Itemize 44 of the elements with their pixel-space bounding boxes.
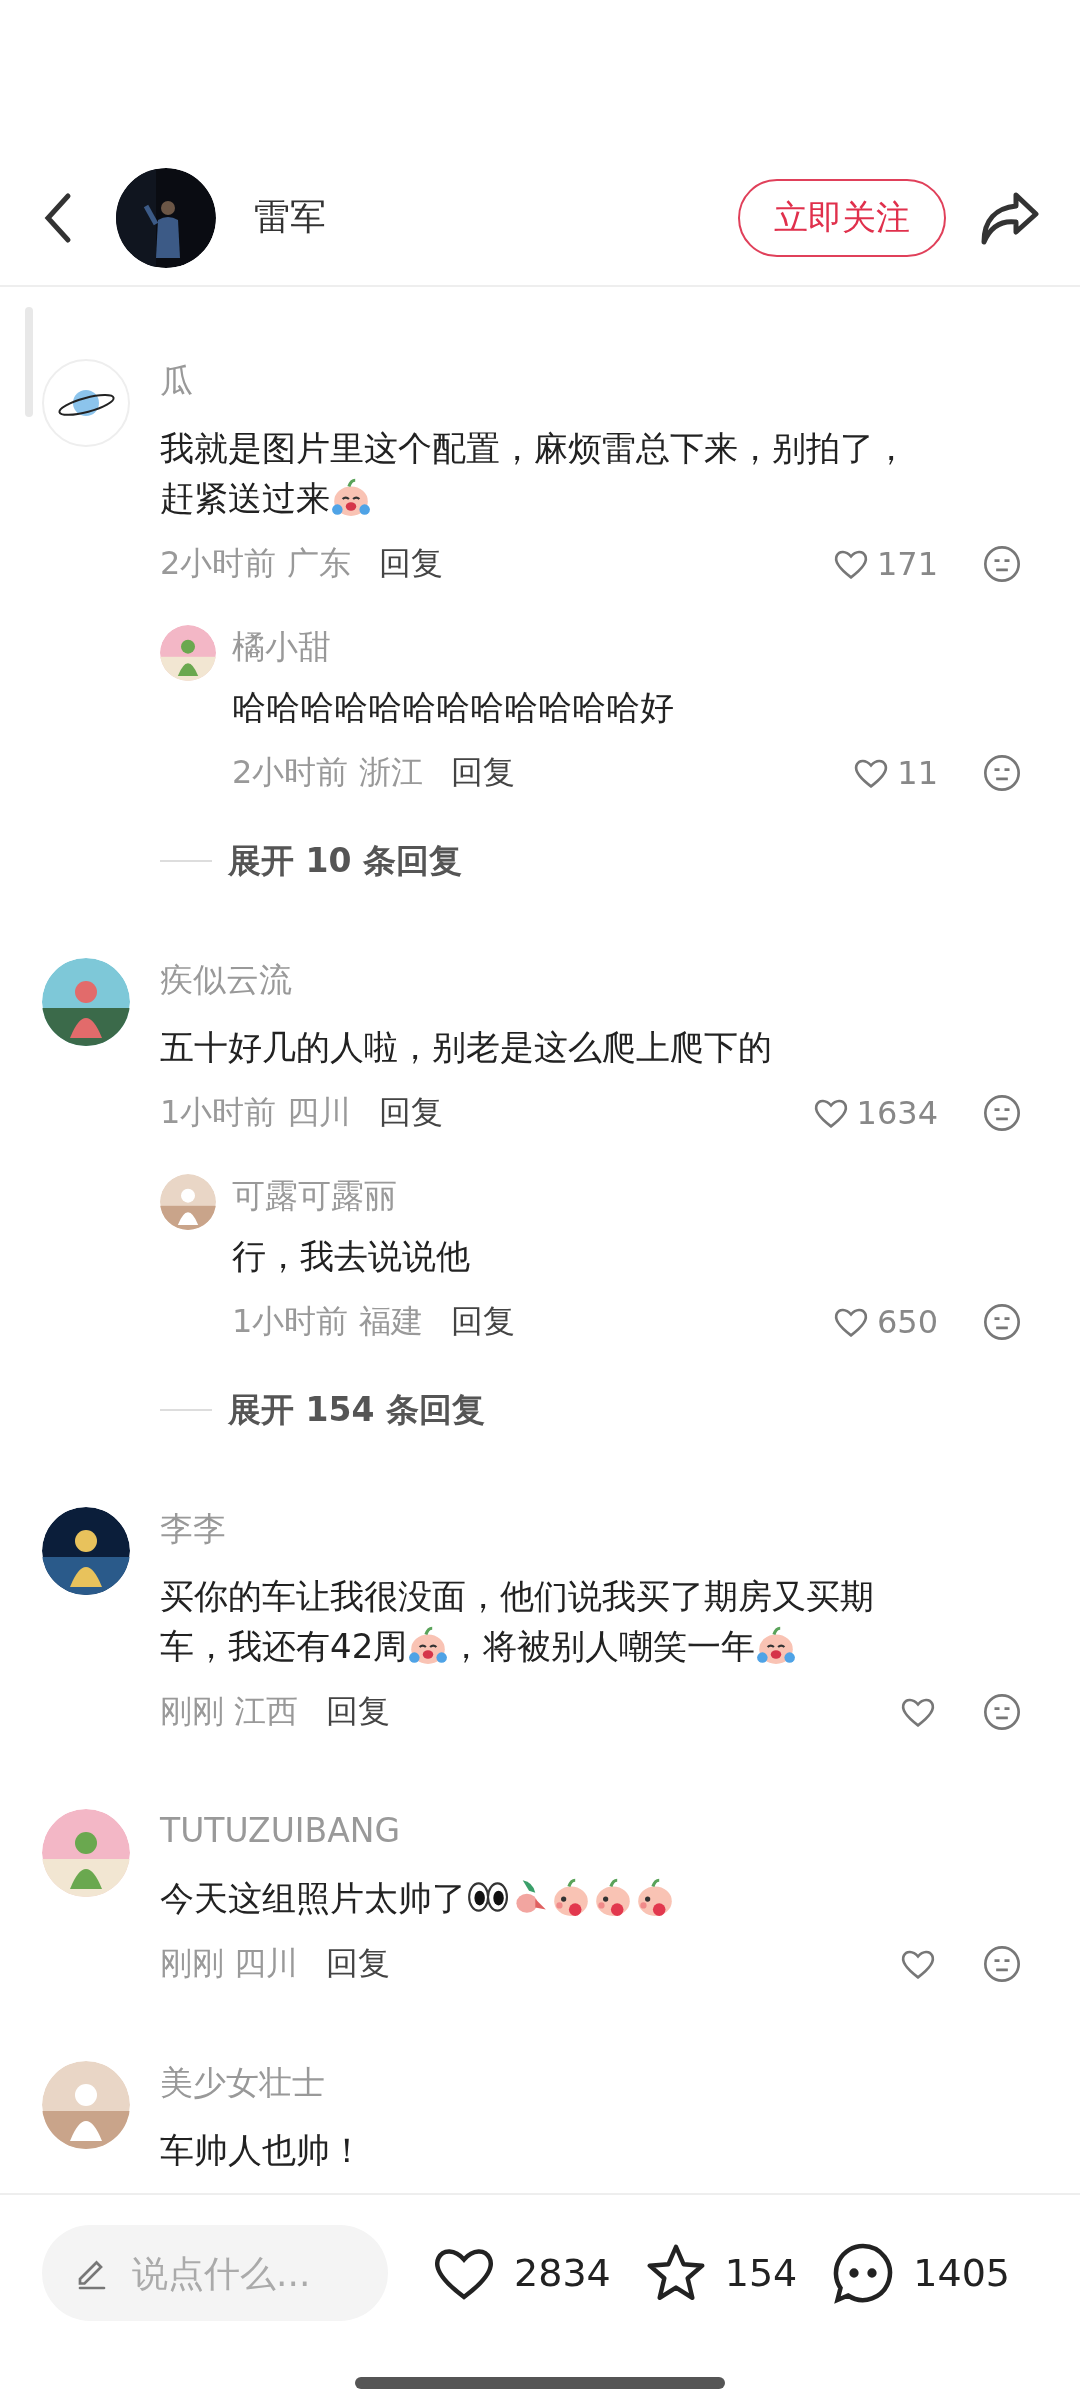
comment-text: 车，我还有42周 <box>160 1626 408 1666</box>
comment-input-field[interactable]: 说点什么... <box>42 2225 389 2321</box>
comment-text: 哈哈哈哈哈哈哈哈哈哈哈哈好 <box>232 687 674 727</box>
user-name: 雷军 <box>254 195 327 239</box>
reply-link[interactable]: 回复 <box>378 542 831 586</box>
comment-time-location: 刚刚 四川 <box>160 1943 299 1984</box>
favorite-count: 154 <box>724 2251 798 2295</box>
comment-time-location: 1小时前 四川 <box>160 1092 351 1133</box>
comment-text: 行，我去说说他 <box>232 1236 470 1276</box>
comment-text: 赶紧送过来 <box>160 478 330 518</box>
comment-text: 五十好几的人啦，别老是这么爬上爬下的 <box>160 1027 772 1067</box>
reply-link[interactable]: 回复 <box>326 1690 898 1734</box>
dislike-face-icon[interactable] <box>982 1944 1022 1984</box>
laughing-crying-emoji-icon <box>407 1624 450 1666</box>
comment-time-location: 刚刚 江西 <box>160 1691 299 1732</box>
like-count: 1634 <box>856 1094 938 1132</box>
dislike-face-icon[interactable] <box>982 1302 1022 1342</box>
like-count: 171 <box>876 545 938 583</box>
comment-text: 今天这组照片太帅了 <box>160 1878 466 1918</box>
comment-text: 买你的车让我很没面，他们说我买了期房又买期 <box>160 1576 874 1616</box>
reply-link[interactable]: 回复 <box>450 751 852 795</box>
comment-time-location: 2小时前 浙江 <box>232 752 423 793</box>
dislike-face-icon[interactable] <box>982 753 1022 793</box>
follow-button[interactable]: 立即关注 <box>738 178 946 257</box>
comment-time-location: 2小时前 广东 <box>160 543 351 584</box>
reply-link[interactable]: 回复 <box>378 1091 811 1135</box>
like-count: 11 <box>897 754 938 792</box>
comment-time-location: 1小时前 福建 <box>232 1301 423 1342</box>
comment-count: 1405 <box>913 2251 1010 2295</box>
dislike-face-icon[interactable] <box>982 1692 1022 1732</box>
like-count: 2834 <box>514 2251 611 2295</box>
expand-replies-link[interactable]: 展开 154 条回复 <box>228 1387 485 1433</box>
laughing-crying-emoji-icon <box>330 476 372 518</box>
comment-text: ，将被别人嘲笑一年 <box>449 1626 756 1666</box>
laughing-crying-emoji-icon <box>755 1624 798 1666</box>
like-count: 650 <box>876 1303 938 1341</box>
planet-icon[interactable] <box>42 359 130 447</box>
reply-link[interactable]: 回复 <box>450 1300 831 1344</box>
expand-replies-link[interactable]: 展开 10 条回复 <box>228 838 462 884</box>
reply-link[interactable]: 回复 <box>326 1942 898 1986</box>
comment-text: 车帅人也帅！ <box>160 2130 364 2170</box>
comment-text: 我就是图片里这个配置，麻烦雷总下来，别拍了， <box>160 428 908 468</box>
dislike-face-icon[interactable] <box>982 1093 1022 1133</box>
dislike-face-icon[interactable] <box>982 544 1022 584</box>
